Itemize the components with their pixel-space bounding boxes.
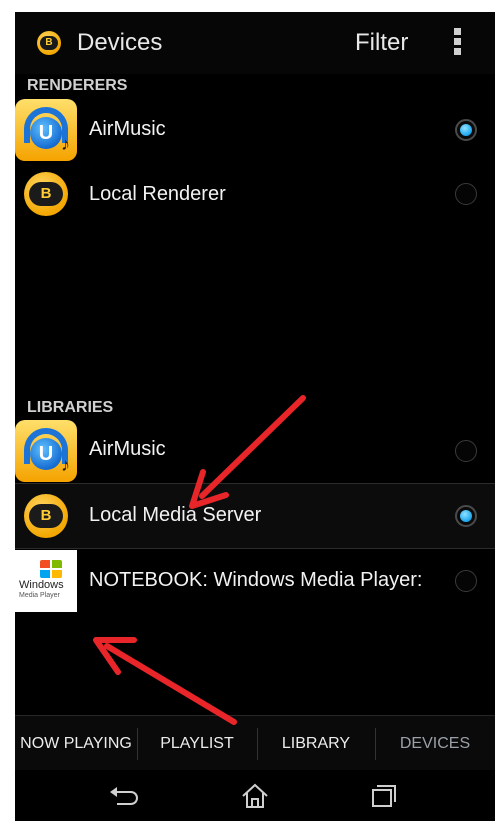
tab-library[interactable]: LIBRARY (257, 716, 375, 771)
page-title: Devices (77, 29, 163, 56)
renderer-item-airmusic[interactable]: U ♪ AirMusic (15, 98, 495, 162)
tab-now-playing[interactable]: NOW PLAYING (15, 716, 137, 771)
bubbleupnp-icon-text: B (29, 504, 63, 528)
recents-icon[interactable] (368, 782, 398, 810)
renderers-header: RENDERERS (27, 77, 128, 94)
device-screen: B Devices Filter RENDERERS U ♪ AirMusic … (15, 12, 495, 821)
renderer-item-local-renderer[interactable]: B Local Renderer (15, 162, 495, 226)
renderer-radio[interactable] (455, 183, 477, 205)
library-item-label: AirMusic (89, 438, 166, 460)
renderer-item-label: Local Renderer (89, 183, 226, 205)
airmusic-icon-letter: U (30, 438, 62, 470)
home-icon[interactable] (240, 782, 270, 810)
wmp-logo-sub: Media Player (19, 592, 60, 599)
bubbleupnp-icon-text: B (29, 182, 63, 206)
music-note-glyph: ♪ (61, 455, 70, 475)
windows-media-player-icon: Windows Media Player (15, 550, 77, 612)
app-logo-text: B (40, 36, 58, 50)
bottom-tab-bar: NOW PLAYING PLAYLIST LIBRARY DEVICES (15, 715, 495, 771)
libraries-header: LIBRARIES (27, 399, 114, 416)
library-item-airmusic[interactable]: U ♪ AirMusic (15, 419, 495, 483)
wmp-logo-word: Windows (19, 579, 64, 591)
tab-devices[interactable]: DEVICES (375, 716, 495, 771)
bubbleupnp-icon: B (24, 172, 68, 216)
music-note-glyph: ♪ (61, 134, 70, 154)
library-radio-selected[interactable] (455, 505, 477, 527)
action-bar: B Devices Filter (15, 12, 495, 74)
filter-button[interactable]: Filter (355, 27, 408, 59)
back-icon[interactable] (107, 782, 141, 810)
system-nav-bar (15, 770, 495, 821)
airmusic-icon: U ♪ (15, 99, 77, 161)
library-item-local-media-server[interactable]: B Local Media Server (15, 484, 495, 548)
library-radio[interactable] (455, 440, 477, 462)
airmusic-icon: U ♪ (15, 420, 77, 482)
airmusic-icon-letter: U (30, 117, 62, 149)
library-item-notebook-wmp[interactable]: Windows Media Player NOTEBOOK: Windows M… (15, 549, 495, 613)
windows-flag-icon (40, 560, 64, 580)
library-item-label: NOTEBOOK: Windows Media Player: (89, 569, 423, 591)
renderer-radio-selected[interactable] (455, 119, 477, 141)
library-item-label: Local Media Server (89, 504, 262, 526)
bubbleupnp-icon: B (24, 494, 68, 538)
app-logo-icon[interactable]: B (37, 31, 61, 55)
renderer-item-label: AirMusic (89, 118, 166, 140)
tab-playlist[interactable]: PLAYLIST (137, 716, 257, 771)
overflow-menu-icon[interactable] (452, 28, 462, 58)
library-radio[interactable] (455, 570, 477, 592)
